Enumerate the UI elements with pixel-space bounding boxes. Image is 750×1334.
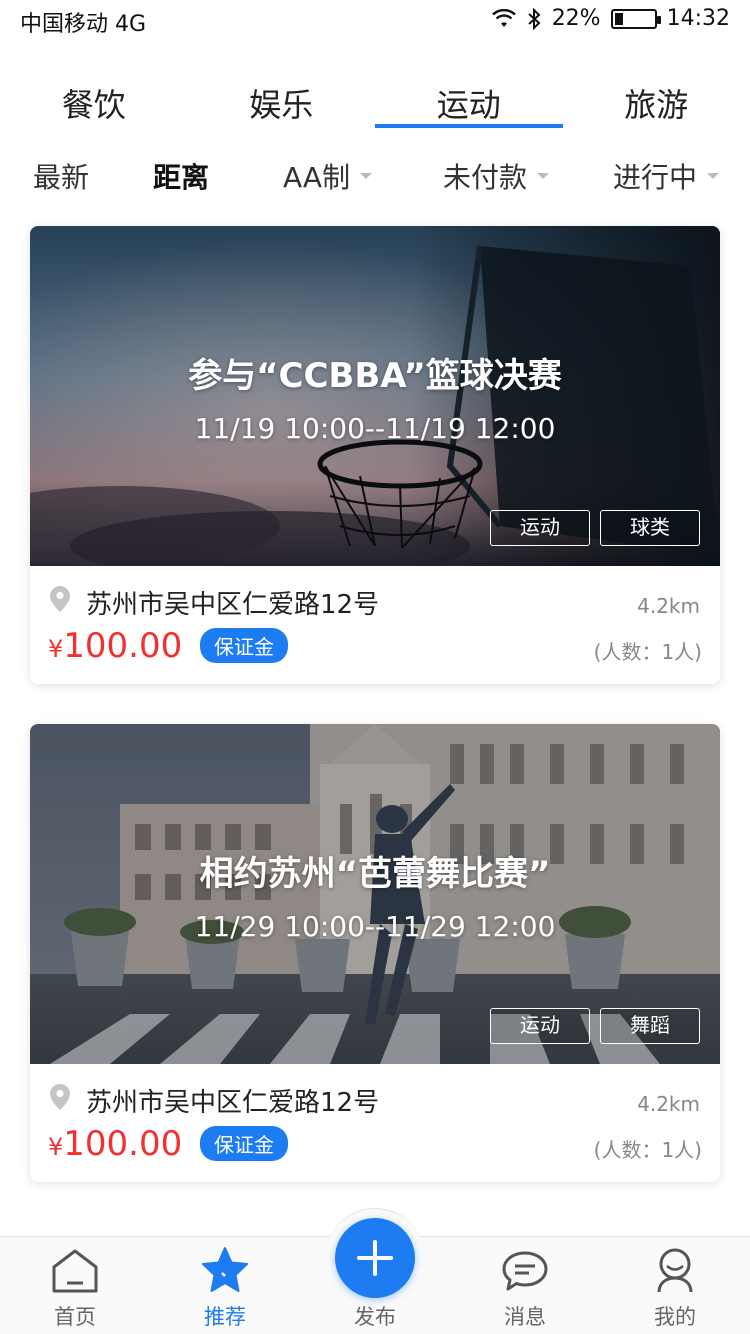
nav-recommend-label: 推荐 bbox=[204, 1305, 246, 1329]
nav-recommend[interactable]: 推荐 bbox=[150, 1237, 300, 1334]
tab-sports[interactable]: 运动 bbox=[375, 80, 563, 130]
tab-travel[interactable]: 旅游 bbox=[563, 80, 750, 130]
event-time: 11/29 10:00--11/29 12:00 bbox=[194, 910, 556, 943]
location-pin-icon bbox=[50, 1084, 70, 1110]
nav-publish-label: 发布 bbox=[354, 1305, 396, 1329]
filter-bar: 最新 距离 AA制 未付款 进行中 bbox=[0, 150, 750, 200]
event-cover-image: 参与“CCBBA”篮球决赛 11/19 10:00--11/19 12:00 运… bbox=[30, 226, 720, 566]
battery-level bbox=[614, 12, 623, 25]
clock: 14:32 bbox=[666, 6, 730, 31]
caret-down-icon bbox=[360, 173, 373, 179]
event-address: 苏州市吴中区仁爱路12号 bbox=[86, 1088, 380, 1118]
event-price: ¥100.00 bbox=[48, 626, 182, 666]
event-card[interactable]: 相约苏州“芭蕾舞比赛” 11/29 10:00--11/29 12:00 运动 … bbox=[30, 724, 720, 1182]
carrier-label: 中国移动 4G bbox=[20, 12, 147, 37]
currency-symbol: ¥ bbox=[48, 1133, 64, 1161]
chat-bubble-icon bbox=[502, 1251, 548, 1291]
tab-dining[interactable]: 餐饮 bbox=[0, 80, 188, 130]
event-distance: 4.2km bbox=[637, 1092, 700, 1116]
tag-chip: 球类 bbox=[600, 510, 700, 546]
status-indicators: 22% 14:32 bbox=[491, 6, 730, 31]
tag-chip: 舞蹈 bbox=[600, 1008, 700, 1044]
wifi-icon bbox=[491, 8, 516, 27]
people-count: (人数：1人) bbox=[593, 1138, 702, 1162]
star-icon bbox=[202, 1247, 248, 1292]
event-info: 苏州市吴中区仁爱路12号 4.2km ¥100.00 保证金 (人数：1人) bbox=[30, 566, 720, 684]
nav-home[interactable]: 首页 bbox=[0, 1237, 150, 1334]
nav-mine[interactable]: 我的 bbox=[600, 1237, 750, 1334]
event-title: 相约苏州“芭蕾舞比赛” bbox=[199, 854, 551, 894]
people-count: (人数：1人) bbox=[593, 640, 702, 664]
filter-unpaid[interactable]: 未付款 bbox=[443, 156, 550, 196]
event-tags: 运动 球类 bbox=[490, 510, 700, 546]
filter-latest[interactable]: 最新 bbox=[33, 156, 89, 196]
event-cover-image: 相约苏州“芭蕾舞比赛” 11/29 10:00--11/29 12:00 运动 … bbox=[30, 724, 720, 1064]
currency-symbol: ¥ bbox=[48, 635, 64, 663]
event-tags: 运动 舞蹈 bbox=[490, 1008, 700, 1044]
deposit-badge: 保证金 bbox=[200, 628, 288, 663]
filter-ongoing-label: 进行中 bbox=[613, 161, 698, 194]
tab-entertainment[interactable]: 娱乐 bbox=[188, 80, 376, 130]
home-icon bbox=[52, 1249, 98, 1293]
event-card[interactable]: 参与“CCBBA”篮球决赛 11/19 10:00--11/19 12:00 运… bbox=[30, 226, 720, 684]
status-bar: 中国移动 4G 22% 14:32 bbox=[0, 0, 750, 40]
price-value: 100.00 bbox=[63, 626, 183, 666]
caret-down-icon bbox=[707, 173, 720, 179]
event-distance: 4.2km bbox=[637, 594, 700, 618]
price-value: 100.00 bbox=[63, 1124, 183, 1164]
deposit-badge: 保证金 bbox=[200, 1126, 288, 1161]
tag-chip: 运动 bbox=[490, 1008, 590, 1044]
battery-percent: 22% bbox=[551, 6, 601, 31]
filter-aa[interactable]: AA制 bbox=[283, 156, 373, 196]
event-time: 11/19 10:00--11/19 12:00 bbox=[194, 412, 556, 445]
filter-aa-label: AA制 bbox=[283, 161, 351, 194]
event-price: ¥100.00 bbox=[48, 1124, 182, 1164]
publish-plus-button[interactable] bbox=[335, 1218, 415, 1298]
nav-messages-label: 消息 bbox=[504, 1305, 546, 1329]
filter-ongoing[interactable]: 进行中 bbox=[613, 156, 720, 196]
bluetooth-icon bbox=[528, 7, 541, 30]
tag-chip: 运动 bbox=[490, 510, 590, 546]
category-tabs: 餐饮 娱乐 运动 旅游 bbox=[0, 80, 750, 130]
nav-home-label: 首页 bbox=[54, 1305, 96, 1329]
nav-messages[interactable]: 消息 bbox=[450, 1237, 600, 1334]
caret-down-icon bbox=[537, 173, 550, 179]
filter-latest-label: 最新 bbox=[33, 161, 90, 194]
event-address: 苏州市吴中区仁爱路12号 bbox=[86, 590, 380, 620]
location-pin-icon bbox=[50, 586, 70, 612]
battery-icon bbox=[610, 8, 661, 29]
filter-unpaid-label: 未付款 bbox=[443, 161, 528, 194]
filter-distance-label: 距离 bbox=[153, 161, 210, 194]
user-icon bbox=[657, 1248, 693, 1293]
event-info: 苏州市吴中区仁爱路12号 4.2km ¥100.00 保证金 (人数：1人) bbox=[30, 1064, 720, 1182]
event-title: 参与“CCBBA”篮球决赛 bbox=[188, 356, 562, 396]
nav-mine-label: 我的 bbox=[654, 1305, 696, 1329]
filter-distance[interactable]: 距离 bbox=[153, 156, 209, 196]
